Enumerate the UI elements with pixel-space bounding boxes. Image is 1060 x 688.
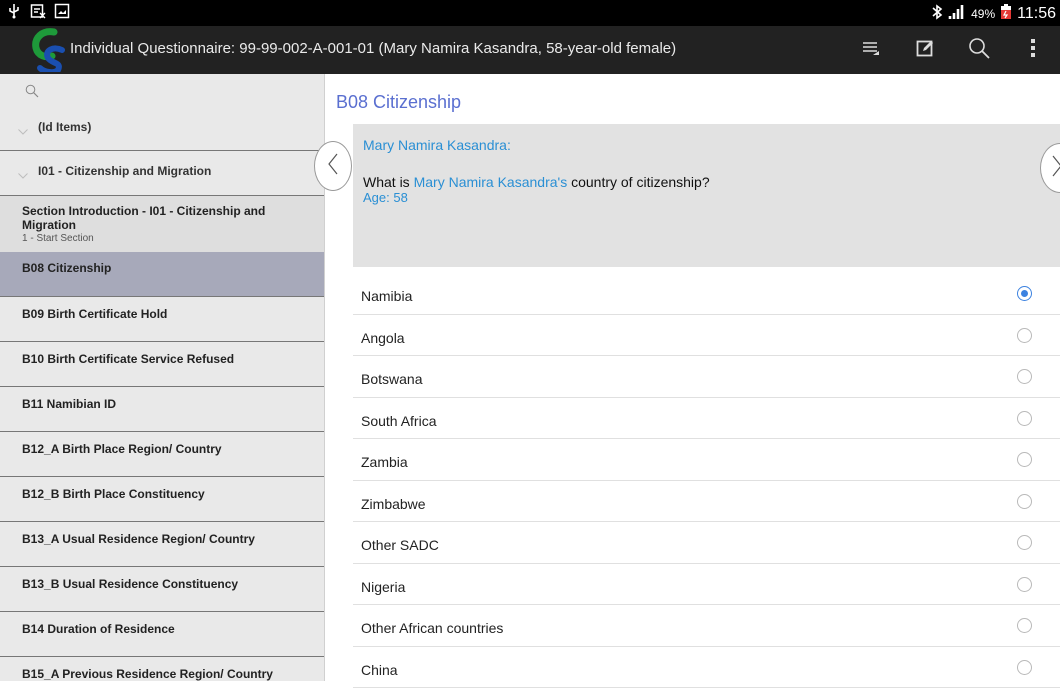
nav-item-b11[interactable]: B11 Namibian ID	[0, 387, 324, 432]
question-title: B08 Citizenship	[336, 92, 461, 113]
option-row[interactable]: Zambia	[353, 439, 1060, 481]
option-radio[interactable]	[1017, 660, 1032, 675]
nav-item-label: B13_B Usual Residence Constituency	[22, 577, 238, 591]
nav-item-label: B09 Birth Certificate Hold	[22, 307, 167, 321]
option-label: China	[361, 662, 398, 678]
nav-item-label: B11 Namibian ID	[22, 397, 116, 411]
nav-item-label: (Id Items)	[38, 120, 91, 134]
app-logo[interactable]	[32, 28, 68, 72]
search-icon	[968, 37, 990, 64]
nav-item-b12a[interactable]: B12_A Birth Place Region/ Country	[0, 432, 324, 477]
nav-item-b14[interactable]: B14 Duration of Residence	[0, 612, 324, 657]
list-icon	[862, 40, 880, 61]
question-text-name: Mary Namira Kasandra's	[414, 174, 568, 190]
option-row[interactable]: Other African countries	[353, 605, 1060, 647]
option-radio[interactable]	[1017, 535, 1032, 550]
option-radio[interactable]	[1017, 328, 1032, 343]
option-radio[interactable]	[1017, 411, 1032, 426]
overflow-menu-button[interactable]	[1006, 26, 1060, 74]
nav-item-label: Section Introduction - I01 - Citizenship…	[22, 204, 306, 232]
nav-group-id-items[interactable]: (Id Items)	[0, 110, 324, 151]
screen-title: Individual Questionnaire: 99-99-002-A-00…	[70, 40, 676, 57]
battery-icon	[1000, 4, 1012, 23]
nav-item-b09[interactable]: B09 Birth Certificate Hold	[0, 297, 324, 342]
search-button[interactable]	[952, 26, 1006, 74]
screenshot-icon	[54, 3, 70, 19]
bluetooth-icon	[931, 4, 943, 23]
option-row[interactable]: Other SADC	[353, 522, 1060, 564]
nav-item-label: B10 Birth Certificate Service Refused	[22, 352, 234, 366]
chevron-down-icon	[18, 168, 28, 174]
response-options: Namibia Angola Botswana South Africa Zambia Z…	[353, 273, 1060, 688]
option-row[interactable]: Zimbabwe	[353, 481, 1060, 523]
nav-item-b10[interactable]: B10 Birth Certificate Service Refused	[0, 342, 324, 387]
nav-item-label: B15_A Previous Residence Region/ Country	[22, 667, 273, 681]
option-row[interactable]: Angola	[353, 315, 1060, 357]
option-label: Zimbabwe	[361, 496, 426, 512]
nav-group-citizenship-migration[interactable]: I01 - Citizenship and Migration	[0, 151, 324, 196]
edit-icon	[916, 39, 934, 62]
search-icon	[25, 84, 39, 103]
question-panel: B08 Citizenship Mary Namira Kasandra: Wh…	[326, 74, 1060, 681]
nav-item-subtitle: 1 - Start Section	[22, 232, 306, 246]
nav-item-label: B12_B Birth Place Constituency	[22, 487, 205, 501]
option-label: Namibia	[361, 288, 412, 304]
nav-item-b13b[interactable]: B13_B Usual Residence Constituency	[0, 567, 324, 612]
question-text-box: Mary Namira Kasandra: What is Mary Namir…	[353, 124, 1060, 267]
option-row[interactable]: Botswana	[353, 356, 1060, 398]
edit-button[interactable]	[898, 26, 952, 74]
question-navigator: (Id Items) I01 - Citizenship and Migrati…	[0, 74, 325, 681]
battery-percent: 49%	[971, 7, 995, 21]
chevron-left-icon	[327, 153, 339, 180]
nav-item-b08-citizenship[interactable]: B08 Citizenship	[0, 252, 324, 297]
previous-question-button[interactable]	[314, 141, 352, 191]
question-text-before: What is	[363, 174, 414, 190]
nav-item-section-introduction[interactable]: Section Introduction - I01 - Citizenship…	[0, 196, 324, 252]
option-label: Other African countries	[361, 620, 503, 636]
signal-icon	[948, 4, 966, 23]
option-radio[interactable]	[1017, 577, 1032, 592]
nav-item-label: I01 - Citizenship and Migration	[38, 164, 211, 178]
option-label: South Africa	[361, 413, 437, 429]
action-bar: Individual Questionnaire: 99-99-002-A-00…	[0, 26, 1060, 74]
status-bar: 49% 11:56	[0, 0, 1060, 26]
navigator-search[interactable]	[0, 74, 324, 110]
respondent-age: Age: 58	[363, 190, 1056, 205]
chevron-down-icon	[18, 124, 28, 130]
clock: 11:56	[1017, 5, 1056, 23]
question-text: What is Mary Namira Kasandra's country o…	[363, 174, 1056, 190]
option-label: Angola	[361, 330, 405, 346]
option-label: Zambia	[361, 454, 408, 470]
nav-item-b12b[interactable]: B12_B Birth Place Constituency	[0, 477, 324, 522]
option-row[interactable]: Namibia	[353, 273, 1060, 315]
chevron-right-icon	[1051, 155, 1060, 182]
option-label: Botswana	[361, 371, 422, 387]
notification-icon	[30, 3, 46, 19]
nav-item-label: B14 Duration of Residence	[22, 622, 175, 636]
option-radio[interactable]	[1017, 369, 1032, 384]
nav-item-label: B08 Citizenship	[22, 261, 111, 275]
respondent-name: Mary Namira Kasandra:	[363, 137, 1056, 153]
nav-item-label: B13_A Usual Residence Region/ Country	[22, 532, 255, 546]
option-label: Other SADC	[361, 537, 439, 553]
option-row[interactable]: China	[353, 647, 1060, 688]
question-text-after: country of citizenship?	[567, 174, 709, 190]
nav-item-b15a[interactable]: B15_A Previous Residence Region/ Country	[0, 657, 324, 681]
option-row[interactable]: South Africa	[353, 398, 1060, 440]
usb-icon	[6, 3, 22, 19]
option-row[interactable]: Nigeria	[353, 564, 1060, 606]
list-button[interactable]	[844, 26, 898, 74]
nav-item-label: B12_A Birth Place Region/ Country	[22, 442, 222, 456]
option-label: Nigeria	[361, 579, 405, 595]
option-radio[interactable]	[1017, 286, 1032, 301]
overflow-menu-icon	[1030, 38, 1036, 63]
option-radio[interactable]	[1017, 494, 1032, 509]
nav-item-b13a[interactable]: B13_A Usual Residence Region/ Country	[0, 522, 324, 567]
option-radio[interactable]	[1017, 452, 1032, 467]
option-radio[interactable]	[1017, 618, 1032, 633]
